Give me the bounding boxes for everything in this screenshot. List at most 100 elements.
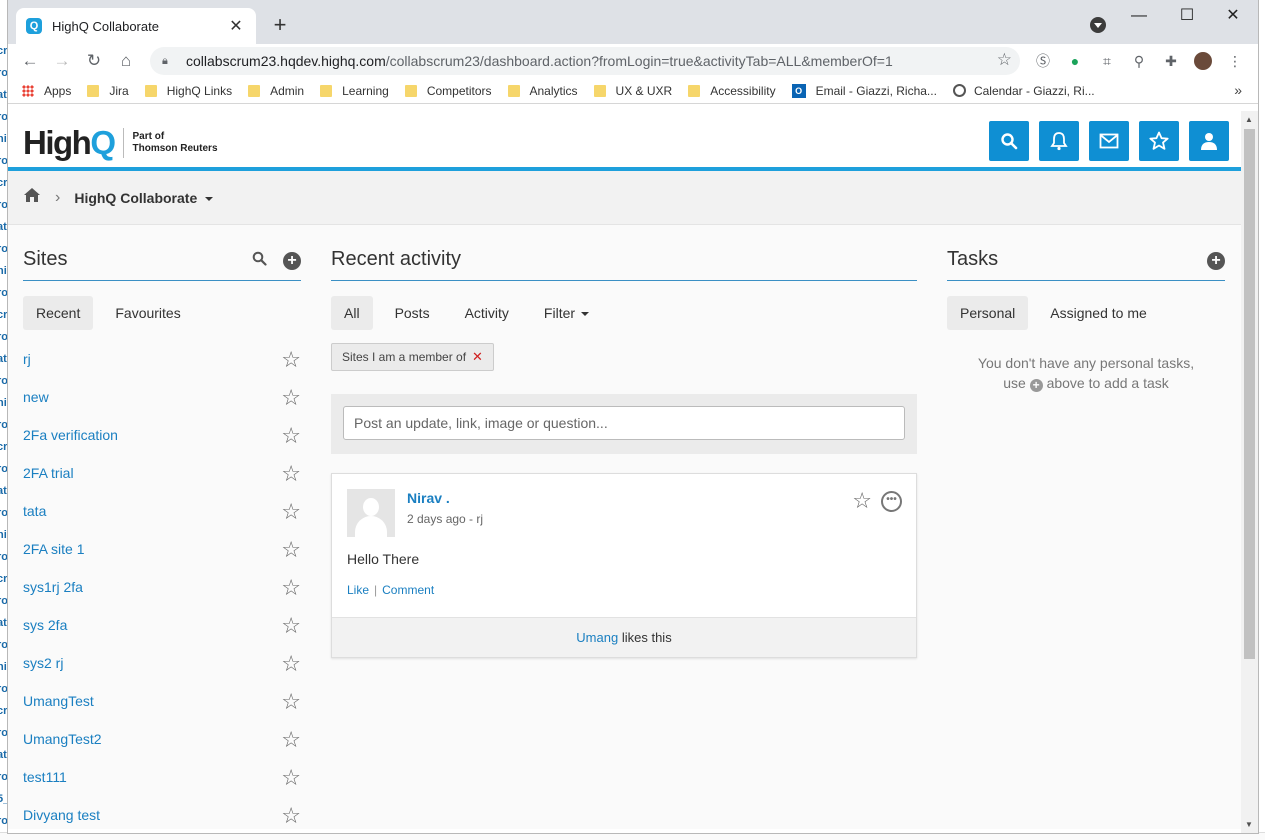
- more-options-icon[interactable]: •••: [881, 491, 902, 512]
- scrollbar-thumb[interactable]: [1244, 129, 1255, 659]
- comment-link[interactable]: Comment: [382, 583, 434, 597]
- favourite-star-icon[interactable]: ☆: [281, 766, 301, 790]
- reload-icon[interactable]: ↻: [78, 51, 110, 71]
- favourite-star-icon[interactable]: ☆: [281, 614, 301, 638]
- close-window-button[interactable]: ✕: [1210, 6, 1256, 26]
- skype-extension-icon[interactable]: Ⓢ: [1034, 52, 1052, 70]
- home-icon[interactable]: ⌂: [110, 51, 142, 71]
- bookmark-apps[interactable]: Apps: [22, 84, 71, 98]
- add-task-icon[interactable]: +: [1207, 252, 1225, 270]
- site-link[interactable]: sys 2fa: [23, 617, 67, 633]
- site-link[interactable]: rj: [23, 351, 31, 367]
- browser-menu-icon[interactable]: ⋮: [1226, 52, 1244, 70]
- bookmark-accessibility[interactable]: Accessibility: [688, 84, 776, 98]
- favourite-star-icon[interactable]: ☆: [281, 424, 301, 448]
- close-tab-icon[interactable]: ✕: [226, 16, 246, 36]
- user-icon: [1201, 133, 1217, 150]
- add-site-icon[interactable]: +: [283, 252, 301, 270]
- back-icon[interactable]: ←: [14, 51, 46, 71]
- bookmark-email[interactable]: O Email - Giazzi, Richa...: [791, 83, 937, 98]
- scroll-up-arrow[interactable]: ▲: [1245, 115, 1253, 124]
- bookmark-ux-uxr[interactable]: UX & UXR: [593, 84, 672, 98]
- bookmark-jira[interactable]: Jira: [87, 84, 129, 98]
- favourite-star-icon[interactable]: ☆: [281, 576, 301, 600]
- favourite-post-icon[interactable]: ☆: [852, 488, 872, 514]
- scroll-down-arrow[interactable]: ▼: [1245, 820, 1253, 829]
- favourite-star-icon[interactable]: ☆: [281, 462, 301, 486]
- favourite-star-icon[interactable]: ☆: [281, 386, 301, 410]
- site-link[interactable]: UmangTest: [23, 693, 94, 709]
- site-link[interactable]: sys2 rj: [23, 655, 63, 671]
- minimize-button[interactable]: —: [1116, 6, 1162, 26]
- tab-posts[interactable]: Posts: [382, 296, 443, 330]
- tab-recent[interactable]: Recent: [23, 296, 94, 330]
- zoom-extension-icon[interactable]: ⚲: [1130, 52, 1148, 70]
- tab-search-icon[interactable]: [1090, 17, 1106, 33]
- grammarly-extension-icon[interactable]: ●: [1066, 52, 1084, 70]
- new-tab-button[interactable]: +: [266, 12, 294, 40]
- favourite-star-icon[interactable]: ☆: [281, 728, 301, 752]
- maximize-button[interactable]: ☐: [1164, 6, 1210, 26]
- tab-activity[interactable]: Activity: [452, 296, 522, 330]
- folder-icon: [320, 84, 333, 97]
- liker-link[interactable]: Umang: [576, 630, 618, 645]
- post-author[interactable]: Nirav .: [407, 490, 450, 506]
- list-item: sys2 rj ☆: [23, 652, 301, 693]
- avatar[interactable]: [347, 489, 395, 537]
- site-link[interactable]: Divyang test: [23, 807, 100, 823]
- likes-suffix: likes this: [621, 630, 672, 645]
- bookmark-calendar[interactable]: Calendar - Giazzi, Ri...: [952, 84, 1095, 98]
- address-bar[interactable]: 🔒︎ collabscrum23.hqdev.highq.com/collabs…: [150, 47, 1020, 75]
- site-link[interactable]: UmangTest2: [23, 731, 102, 747]
- filter-dropdown[interactable]: Filter: [531, 296, 602, 330]
- caret-down-icon: [581, 312, 590, 317]
- tab-all[interactable]: All: [331, 296, 373, 330]
- bookmark-analytics[interactable]: Analytics: [507, 84, 578, 98]
- favourite-star-icon[interactable]: ☆: [281, 690, 301, 714]
- bookmark-learning[interactable]: Learning: [320, 84, 389, 98]
- favourite-star-icon[interactable]: ☆: [281, 500, 301, 524]
- favourite-star-icon[interactable]: ☆: [281, 348, 301, 372]
- page-scrollbar[interactable]: ▲ ▼: [1241, 111, 1258, 833]
- site-link[interactable]: new: [23, 389, 49, 405]
- site-link[interactable]: sys1rj 2fa: [23, 579, 83, 595]
- notifications-button[interactable]: [1039, 121, 1079, 161]
- activity-panel: Recent activity All Posts Activity Filte…: [331, 225, 917, 658]
- home-icon[interactable]: [23, 187, 41, 208]
- remove-filter-icon[interactable]: ✕: [472, 349, 483, 365]
- bookmark-admin[interactable]: Admin: [248, 84, 304, 98]
- post-input[interactable]: Post an update, link, image or question.…: [343, 406, 905, 440]
- logo-q: Q: [90, 124, 116, 161]
- favourites-button[interactable]: [1139, 121, 1179, 161]
- browser-tab[interactable]: Q HighQ Collaborate ✕: [16, 8, 256, 44]
- site-link[interactable]: tata: [23, 503, 46, 519]
- like-link[interactable]: Like: [347, 583, 369, 597]
- lock-icon[interactable]: 🔒︎: [162, 55, 176, 68]
- favourite-star-icon[interactable]: ☆: [281, 652, 301, 676]
- tab-favourites[interactable]: Favourites: [102, 296, 193, 330]
- bookmark-star-icon[interactable]: ☆: [997, 50, 1012, 70]
- tab-assigned-to-me[interactable]: Assigned to me: [1037, 296, 1160, 330]
- profile-button[interactable]: [1189, 121, 1229, 161]
- breadcrumb-site-menu[interactable]: HighQ Collaborate: [74, 190, 214, 206]
- site-link[interactable]: 2FA trial: [23, 465, 74, 481]
- messages-button[interactable]: [1089, 121, 1129, 161]
- more-bookmarks-icon[interactable]: »: [1234, 82, 1242, 98]
- browser-window: Q HighQ Collaborate ✕ + — ☐ ✕ ← → ↻ ⌂ 🔒︎…: [8, 0, 1258, 833]
- tab-personal[interactable]: Personal: [947, 296, 1029, 330]
- profile-avatar[interactable]: [1194, 52, 1212, 70]
- site-link[interactable]: 2FA site 1: [23, 541, 84, 557]
- favourite-star-icon[interactable]: ☆: [281, 804, 301, 828]
- bookmark-highq-links[interactable]: HighQ Links: [144, 84, 232, 98]
- bookmark-competitors[interactable]: Competitors: [404, 84, 492, 98]
- highq-logo[interactable]: HighQ Part of Thomson Reuters: [23, 124, 218, 162]
- search-sites-icon[interactable]: [252, 251, 267, 270]
- extensions-puzzle-icon[interactable]: ✚: [1162, 52, 1180, 70]
- site-link[interactable]: test111: [23, 769, 67, 785]
- site-link[interactable]: 2Fa verification: [23, 427, 118, 443]
- search-button[interactable]: [989, 121, 1029, 161]
- screenshot-extension-icon[interactable]: ⌗: [1098, 52, 1116, 70]
- favourite-star-icon[interactable]: ☆: [281, 538, 301, 562]
- forward-icon[interactable]: →: [46, 51, 78, 71]
- filter-label: Filter: [543, 305, 576, 321]
